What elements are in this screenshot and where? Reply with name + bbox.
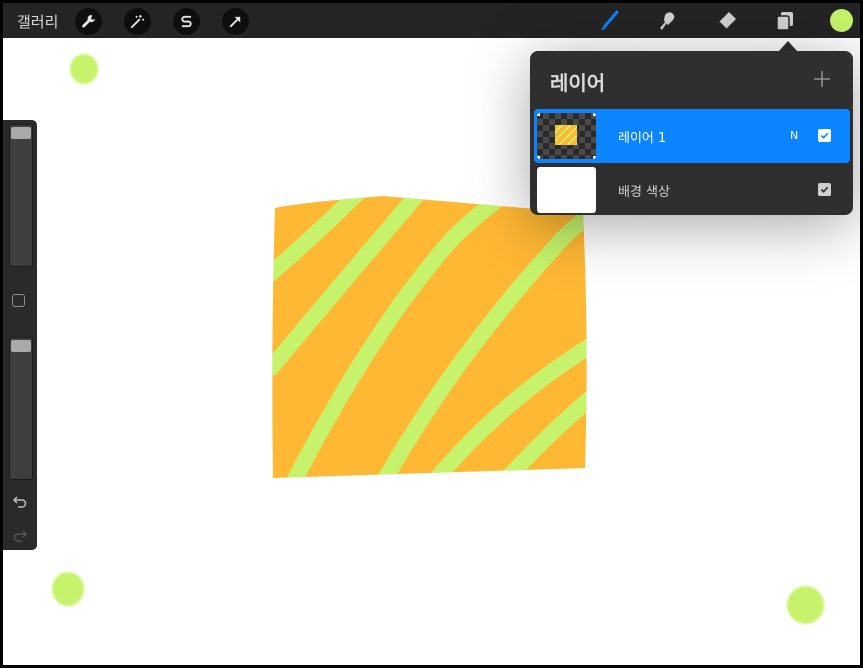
brush-size-thumb[interactable] (11, 127, 31, 139)
background-color-thumbnail (537, 167, 596, 213)
selection-s-icon[interactable] (173, 8, 200, 35)
redo-icon[interactable] (12, 529, 28, 543)
layer-row-layer-1[interactable]: 레이어 1 N (534, 109, 850, 163)
opacity-slider[interactable] (9, 337, 33, 480)
left-sidebar (3, 120, 37, 550)
color-picker-button[interactable] (830, 9, 853, 32)
layer-thumbnail (537, 113, 596, 159)
layers-panel-pointer (779, 41, 797, 51)
layer-name: 레이어 1 (618, 131, 667, 146)
brush-size-slider[interactable] (9, 124, 33, 267)
modify-button[interactable] (12, 294, 25, 307)
procreate-window: 갤러리 레이어 레이어 1 N 배경 색상 (0, 0, 863, 668)
blend-mode-button[interactable]: N (790, 129, 798, 142)
add-layer-button[interactable] (810, 67, 834, 91)
eraser-icon[interactable] (713, 7, 741, 35)
smudge-icon[interactable] (654, 7, 682, 35)
layer-name: 배경 색상 (618, 185, 670, 200)
top-toolbar: 갤러리 (3, 3, 860, 38)
plus-icon (814, 71, 830, 87)
layer-row-background-color[interactable]: 배경 색상 (534, 163, 850, 217)
magic-wand-icon[interactable] (124, 8, 151, 35)
gallery-button[interactable]: 갤러리 (17, 11, 58, 32)
wrench-icon[interactable] (75, 8, 102, 35)
layers-icon[interactable] (771, 7, 799, 35)
undo-icon[interactable] (12, 495, 28, 509)
checkmark-icon (820, 186, 829, 193)
brush-icon[interactable] (595, 7, 623, 35)
layers-panel: 레이어 레이어 1 N 배경 색상 (530, 51, 853, 215)
transform-arrow-icon[interactable] (222, 8, 249, 35)
opacity-thumb[interactable] (11, 340, 31, 352)
layer-visibility-checkbox[interactable] (818, 129, 831, 142)
layers-panel-title: 레이어 (550, 71, 606, 95)
checkmark-icon (820, 132, 829, 139)
layer-visibility-checkbox[interactable] (818, 183, 831, 196)
